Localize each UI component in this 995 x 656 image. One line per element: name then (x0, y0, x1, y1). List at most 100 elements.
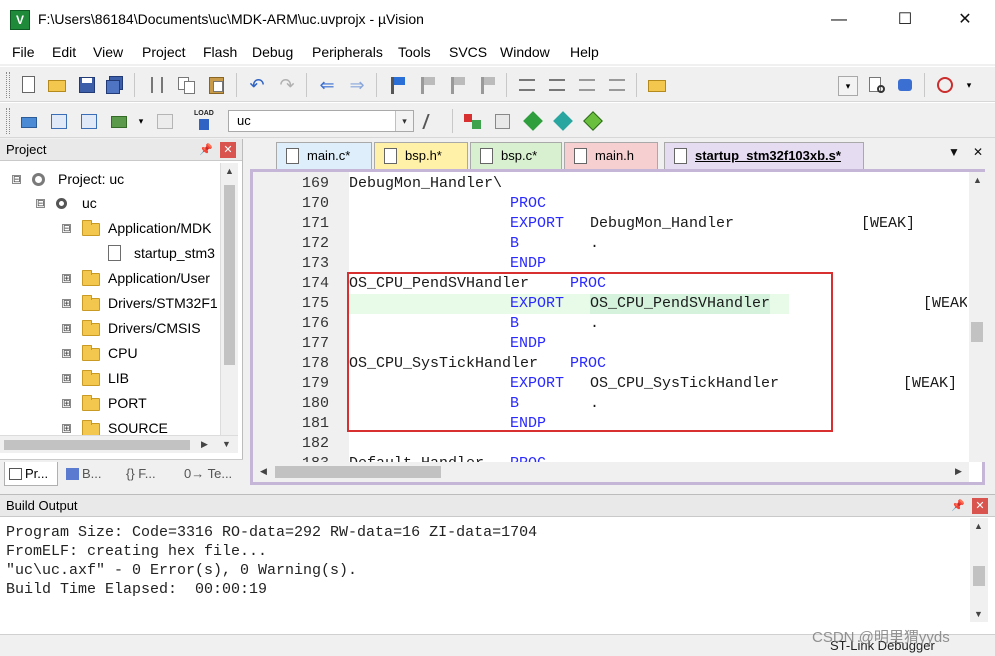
build-output-text[interactable]: Program Size: Code=3316 RO-data=292 RW-d… (6, 523, 537, 599)
uncomment-icon[interactable] (606, 75, 628, 95)
find-dropdown[interactable]: ▾ (838, 76, 858, 96)
prev-bookmark-icon[interactable] (416, 75, 438, 95)
menu-debug[interactable]: Debug (252, 44, 293, 60)
code-editor[interactable]: 169 DebugMon_Handler\ 170 PROC 171 EXPOR… (250, 169, 985, 485)
tree-item-group-drivers-stm32f1[interactable]: ⊞ Drivers/STM32F1 (0, 291, 220, 315)
stop-build-icon[interactable] (154, 111, 176, 131)
maximize-button[interactable]: ☐ (882, 6, 928, 34)
cut-icon[interactable] (146, 75, 168, 95)
close-tab-button[interactable]: ✕ (973, 145, 983, 159)
batch-build-icon[interactable] (108, 111, 130, 131)
scrollbar-thumb[interactable] (971, 322, 983, 342)
editor-vertical-scrollbar[interactable]: ▲ (969, 172, 985, 462)
expand-icon[interactable]: ⊞ (62, 299, 71, 308)
tab-bsp-c[interactable]: bsp.c* (470, 142, 562, 169)
unindent-icon[interactable] (546, 75, 568, 95)
menu-file[interactable]: File (12, 44, 35, 60)
build-vertical-scrollbar[interactable]: ▲ ▼ (970, 518, 988, 622)
tree-item-group-drivers-cmsis[interactable]: ⊞ Drivers/CMSIS (0, 316, 220, 340)
tab-startup-s[interactable]: startup_stm32f103xb.s* (664, 142, 864, 169)
incremental-find-icon[interactable] (866, 75, 888, 95)
scrollbar-thumb[interactable] (275, 466, 441, 478)
tab-functions[interactable]: {} F... (122, 462, 176, 486)
navigate-back-icon[interactable]: ⇐ (316, 75, 338, 95)
menu-window[interactable]: Window (500, 44, 550, 60)
redo-icon[interactable]: ↷ (276, 75, 298, 95)
code-line[interactable]: 171 EXPORT DebugMon_Handler [WEAK] (253, 214, 967, 234)
project-horizontal-scrollbar[interactable]: ▶ ▼ (0, 435, 238, 453)
close-panel-button[interactable]: ✕ (220, 142, 236, 158)
menu-help[interactable]: Help (570, 44, 599, 60)
scroll-up-arrow-icon[interactable]: ▲ (221, 163, 238, 180)
close-panel-button[interactable]: ✕ (972, 498, 988, 514)
select-packs-icon[interactable] (552, 111, 574, 131)
bookmark-icon[interactable] (386, 75, 408, 95)
file-extensions-icon[interactable] (492, 111, 514, 131)
code-lines[interactable]: 169 DebugMon_Handler\ 170 PROC 171 EXPOR… (253, 174, 967, 462)
comment-icon[interactable] (576, 75, 598, 95)
tab-templates[interactable]: 0→ Te... (180, 462, 236, 486)
expand-icon[interactable]: ⊞ (62, 274, 71, 283)
collapse-icon[interactable]: ⊟ (12, 175, 21, 184)
code-line[interactable]: 182 (253, 434, 967, 454)
code-line[interactable]: 172 B . (253, 234, 967, 254)
find-in-files-icon[interactable] (646, 75, 668, 95)
tab-main-c[interactable]: main.c* (276, 142, 372, 169)
copy-icon[interactable] (176, 75, 198, 95)
new-file-icon[interactable] (18, 75, 40, 95)
tree-item-target-uc[interactable]: ⊟ uc (0, 191, 220, 215)
project-vertical-scrollbar[interactable]: ▲ (220, 163, 238, 435)
menu-project[interactable]: Project (142, 44, 186, 60)
pin-icon[interactable]: 📌 (950, 498, 966, 514)
translate-icon[interactable] (18, 111, 40, 131)
tab-project[interactable]: Pr... (4, 462, 58, 486)
tree-item-group-port[interactable]: ⊞ PORT (0, 391, 220, 415)
menu-peripherals[interactable]: Peripherals (312, 44, 383, 60)
scrollbar-thumb[interactable] (973, 566, 985, 586)
save-all-icon[interactable] (104, 75, 126, 95)
expand-icon[interactable]: ⊞ (62, 349, 71, 358)
debug-session-icon[interactable] (894, 75, 916, 95)
scroll-up-arrow-icon[interactable]: ▲ (970, 518, 987, 535)
tree-item-file-startup[interactable]: startup_stm3 (0, 241, 220, 265)
menu-edit[interactable]: Edit (52, 44, 76, 60)
code-line[interactable]: 183 Default_Handler PROC (253, 454, 967, 462)
code-line[interactable]: 170 PROC (253, 194, 967, 214)
toolbar-grip[interactable] (6, 72, 10, 98)
expand-icon[interactable]: ⊞ (62, 324, 71, 333)
toolbar-grip[interactable] (6, 108, 10, 134)
download-load-icon[interactable]: LOAD (192, 110, 218, 131)
pack-installer-icon[interactable] (522, 111, 544, 131)
scroll-right-arrow-icon[interactable]: ▶ (950, 463, 967, 480)
scroll-right-arrow-icon[interactable]: ▶ (196, 436, 213, 453)
menu-svcs[interactable]: SVCS (449, 44, 487, 60)
tab-main-h[interactable]: main.h (564, 142, 658, 169)
navigate-forward-icon[interactable]: ⇒ (346, 75, 368, 95)
scroll-down-arrow-icon[interactable]: ▼ (218, 436, 235, 453)
paste-icon[interactable] (206, 75, 228, 95)
expand-icon[interactable]: ⊞ (62, 374, 71, 383)
scrollbar-thumb[interactable] (4, 440, 190, 450)
target-options-icon[interactable] (422, 111, 444, 131)
build-icon[interactable] (48, 111, 70, 131)
menu-view[interactable]: View (93, 44, 123, 60)
tree-item-group-cpu[interactable]: ⊞ CPU (0, 341, 220, 365)
configure-dropdown[interactable]: ▾ (958, 75, 980, 95)
batch-build-dropdown[interactable]: ▾ (130, 111, 152, 131)
editor-horizontal-scrollbar[interactable]: ◀ ▶ (253, 462, 969, 482)
close-window-button[interactable]: ✕ (942, 6, 988, 34)
tab-list-menu-icon[interactable]: ▼ (948, 145, 960, 159)
scroll-left-arrow-icon[interactable]: ◀ (255, 463, 272, 480)
code-line[interactable]: 169 DebugMon_Handler\ (253, 174, 967, 194)
rebuild-icon[interactable] (78, 111, 100, 131)
clear-bookmarks-icon[interactable] (476, 75, 498, 95)
open-folder-icon[interactable] (46, 75, 68, 95)
scrollbar-thumb[interactable] (224, 185, 235, 365)
scroll-down-arrow-icon[interactable]: ▼ (970, 606, 987, 623)
pin-icon[interactable]: 📌 (198, 142, 214, 158)
save-icon[interactable] (76, 75, 98, 95)
rte-manage-icon[interactable] (582, 111, 604, 131)
undo-icon[interactable]: ↶ (246, 75, 268, 95)
target-select[interactable]: uc ▾ (228, 110, 414, 132)
scroll-up-arrow-icon[interactable]: ▲ (969, 172, 986, 189)
